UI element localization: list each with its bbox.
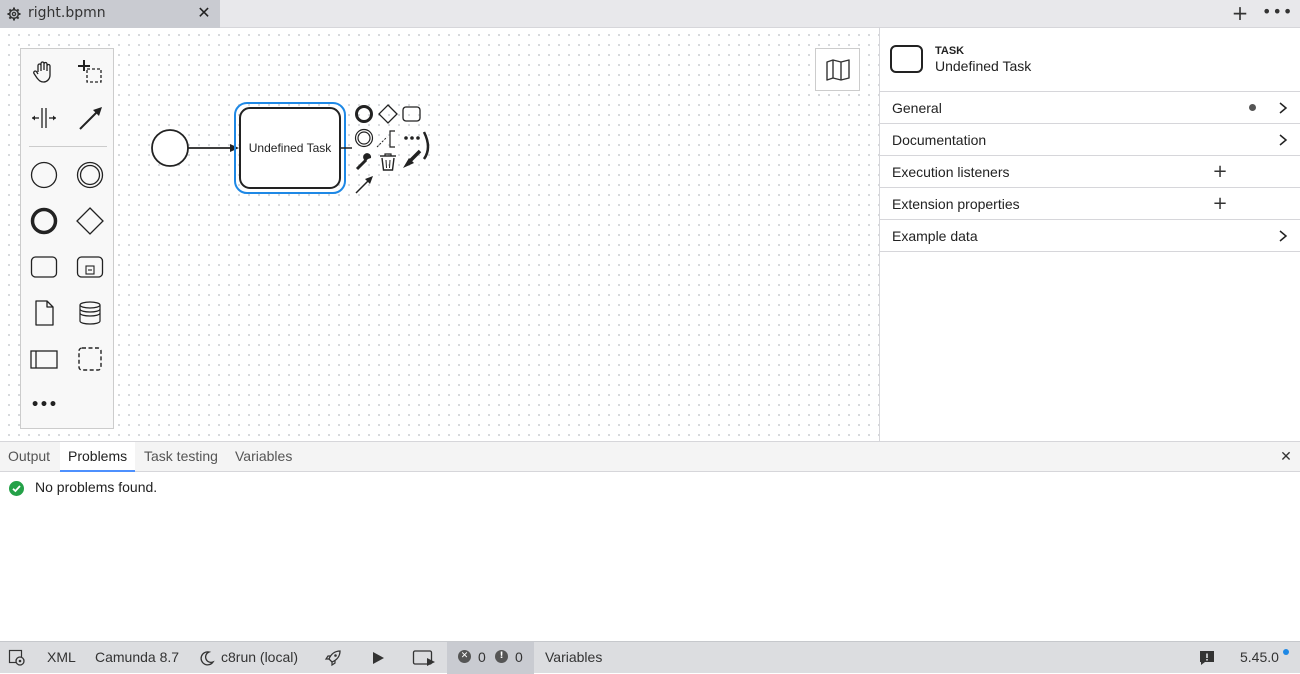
chevron-right-icon: [1279, 102, 1288, 114]
chevron-right-icon: [1279, 230, 1288, 242]
error-count: 0: [478, 649, 486, 665]
append-gateway-icon[interactable]: [378, 104, 398, 124]
tab-close-button[interactable]: ✕: [196, 4, 212, 22]
cursor-overlay: [422, 131, 430, 160]
engine-settings-icon[interactable]: [8, 649, 26, 667]
warning-icon: !: [495, 650, 508, 663]
start-event[interactable]: [151, 129, 189, 167]
modeler-canvas[interactable]: ••• Undefined Task: [0, 28, 879, 441]
more-options-icon[interactable]: [404, 136, 420, 140]
data-marker-dot: [1249, 104, 1256, 111]
group-extension-properties[interactable]: Extension properties +: [880, 188, 1300, 220]
gear-icon: [7, 7, 21, 21]
add-extension-property-button[interactable]: +: [1212, 195, 1228, 213]
start-instance-icon[interactable]: [412, 649, 436, 667]
properties-header: TASK Undefined Task: [880, 28, 1300, 92]
connect-arrow-icon[interactable]: [355, 176, 373, 194]
xml-view-button[interactable]: XML: [47, 642, 76, 674]
task-label: Undefined Task: [248, 141, 332, 155]
variables-button[interactable]: Variables: [545, 642, 602, 674]
problems-message: No problems found.: [35, 479, 158, 495]
append-end-event-icon[interactable]: [355, 105, 373, 123]
feedback-icon[interactable]: [1198, 649, 1216, 667]
moon-icon: [200, 651, 215, 666]
group-label: Execution listeners: [892, 164, 1010, 180]
group-label: Extension properties: [892, 196, 1020, 212]
connection-status[interactable]: c8run (local): [221, 642, 298, 674]
task-icon: [890, 45, 923, 73]
tab-more-button[interactable]: •••: [1262, 3, 1292, 25]
run-play-icon[interactable]: [369, 649, 387, 667]
new-tab-button[interactable]: +: [1230, 3, 1250, 25]
element-name: Undefined Task: [935, 58, 1032, 74]
change-type-wrench-icon[interactable]: [355, 153, 372, 171]
group-general[interactable]: General: [880, 92, 1300, 124]
chevron-right-icon: [1279, 134, 1288, 146]
status-bar: XML Camunda 8.7 c8run (local) ✕ 0 ! 0 Va…: [0, 641, 1300, 674]
group-label: Example data: [892, 228, 978, 244]
platform-version[interactable]: Camunda 8.7: [95, 642, 179, 674]
append-task-icon[interactable]: [402, 106, 421, 122]
bottom-tabs: Output Problems Task testing Variables ✕: [0, 442, 1300, 472]
delete-trash-icon[interactable]: [380, 153, 396, 171]
tab-problems[interactable]: Problems: [60, 442, 136, 472]
group-label: General: [892, 100, 942, 116]
error-icon: ✕: [458, 650, 471, 663]
group-label: Documentation: [892, 132, 987, 148]
append-intermediate-event-icon[interactable]: [354, 128, 374, 148]
update-indicator-dot: [1283, 649, 1289, 655]
tab-right-bpmn[interactable]: right.bpmn ✕: [0, 0, 220, 28]
add-execution-listener-button[interactable]: +: [1212, 163, 1228, 181]
bpmn-diagram: [151, 102, 430, 194]
bottom-panel: Output Problems Task testing Variables ✕…: [0, 441, 1300, 641]
tab-bar: right.bpmn ✕ + •••: [0, 0, 1300, 28]
properties-panel: TASK Undefined Task General Documentatio…: [879, 28, 1300, 441]
group-documentation[interactable]: Documentation: [880, 124, 1300, 156]
deploy-rocket-icon[interactable]: [324, 649, 342, 667]
check-circle-icon: [9, 481, 24, 496]
tab-task-testing[interactable]: Task testing: [136, 442, 226, 472]
warning-count: 0: [515, 649, 523, 665]
group-example-data[interactable]: Example data: [880, 220, 1300, 252]
element-type: TASK: [935, 45, 965, 57]
tab-variables[interactable]: Variables: [227, 442, 300, 472]
close-panel-button[interactable]: ✕: [1278, 448, 1294, 466]
text-annotation-icon[interactable]: [376, 130, 395, 148]
app-version[interactable]: 5.45.0: [1240, 642, 1279, 674]
problems-summary[interactable]: ✕ 0 ! 0: [447, 642, 534, 674]
group-execution-listeners[interactable]: Execution listeners +: [880, 156, 1300, 188]
tab-output[interactable]: Output: [0, 442, 58, 472]
color-brush-icon[interactable]: [403, 149, 422, 168]
tab-label: right.bpmn: [28, 5, 106, 21]
